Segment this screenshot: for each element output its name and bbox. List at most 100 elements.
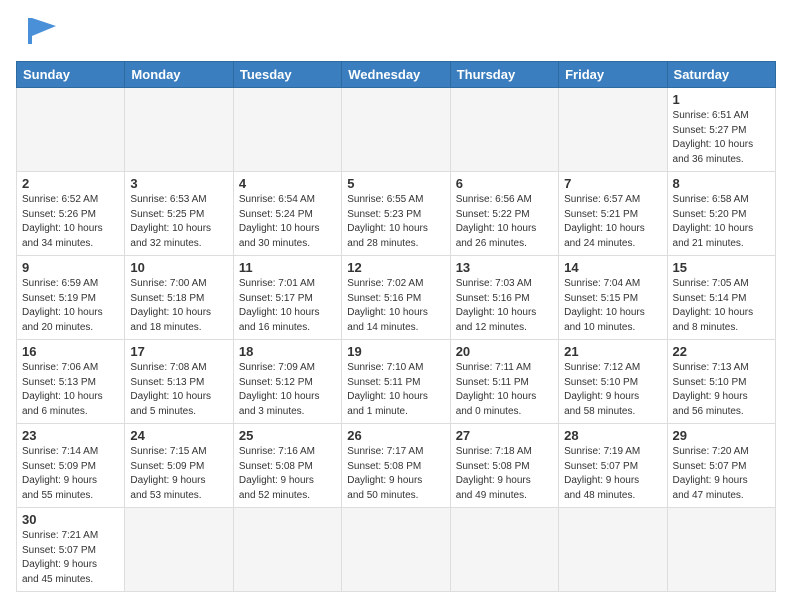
day-cell: 8 Sunrise: 6:58 AM Sunset: 5:20 PM Daylig… bbox=[667, 172, 775, 256]
day-info: Sunrise: 7:14 AM Sunset: 5:09 PM Dayligh… bbox=[22, 445, 119, 503]
day-cell bbox=[342, 88, 450, 172]
day-number: 28 bbox=[564, 428, 661, 443]
day-info: Sunrise: 7:19 AM Sunset: 5:07 PM Dayligh… bbox=[564, 445, 661, 503]
day-info: Sunrise: 7:11 AM Sunset: 5:11 PM Dayligh… bbox=[456, 361, 553, 419]
day-cell: 10 Sunrise: 7:00 AM Sunset: 5:18 PM Dayli… bbox=[125, 256, 233, 340]
weekday-header-sunday: Sunday bbox=[17, 62, 125, 88]
day-cell: 29Sunrise: 7:20 AM Sunset: 5:07 PM Dayli… bbox=[667, 424, 775, 508]
day-info: Sunrise: 7:18 AM Sunset: 5:08 PM Dayligh… bbox=[456, 445, 553, 503]
day-number: 13 bbox=[456, 260, 553, 275]
day-info: Sunrise: 6:55 AM Sunset: 5:23 PM Dayligh… bbox=[347, 193, 444, 251]
day-info: Sunrise: 6:53 AM Sunset: 5:25 PM Dayligh… bbox=[130, 193, 227, 251]
day-info: Sunrise: 7:09 AM Sunset: 5:12 PM Dayligh… bbox=[239, 361, 336, 419]
day-cell: 19 Sunrise: 7:10 AM Sunset: 5:11 PM Dayli… bbox=[342, 340, 450, 424]
day-number: 6 bbox=[456, 176, 553, 191]
logo bbox=[16, 16, 56, 51]
weekday-header-friday: Friday bbox=[559, 62, 667, 88]
day-number: 23 bbox=[22, 428, 119, 443]
day-number: 7 bbox=[564, 176, 661, 191]
day-number: 4 bbox=[239, 176, 336, 191]
weekday-header-tuesday: Tuesday bbox=[233, 62, 341, 88]
day-cell bbox=[17, 88, 125, 172]
day-number: 19 bbox=[347, 344, 444, 359]
day-number: 11 bbox=[239, 260, 336, 275]
day-number: 20 bbox=[456, 344, 553, 359]
day-cell: 9 Sunrise: 6:59 AM Sunset: 5:19 PM Daylig… bbox=[17, 256, 125, 340]
week-row-1: 1Sunrise: 6:51 AM Sunset: 5:27 PM Daylig… bbox=[17, 88, 776, 172]
day-info: Sunrise: 7:15 AM Sunset: 5:09 PM Dayligh… bbox=[130, 445, 227, 503]
day-info: Sunrise: 6:54 AM Sunset: 5:24 PM Dayligh… bbox=[239, 193, 336, 251]
calendar-table: SundayMondayTuesdayWednesdayThursdayFrid… bbox=[16, 61, 776, 592]
day-cell bbox=[125, 88, 233, 172]
day-info: Sunrise: 7:16 AM Sunset: 5:08 PM Dayligh… bbox=[239, 445, 336, 503]
week-row-3: 9 Sunrise: 6:59 AM Sunset: 5:19 PM Daylig… bbox=[17, 256, 776, 340]
day-info: Sunrise: 7:12 AM Sunset: 5:10 PM Dayligh… bbox=[564, 361, 661, 419]
day-cell: 21 Sunrise: 7:12 AM Sunset: 5:10 PM Dayli… bbox=[559, 340, 667, 424]
day-info: Sunrise: 7:06 AM Sunset: 5:13 PM Dayligh… bbox=[22, 361, 119, 419]
day-number: 5 bbox=[347, 176, 444, 191]
day-cell: 28 Sunrise: 7:19 AM Sunset: 5:07 PM Dayli… bbox=[559, 424, 667, 508]
day-cell: 26 Sunrise: 7:17 AM Sunset: 5:08 PM Dayli… bbox=[342, 424, 450, 508]
day-number: 26 bbox=[347, 428, 444, 443]
day-cell: 16 Sunrise: 7:06 AM Sunset: 5:13 PM Dayli… bbox=[17, 340, 125, 424]
day-number: 17 bbox=[130, 344, 227, 359]
day-number: 12 bbox=[347, 260, 444, 275]
day-cell: 30Sunrise: 7:21 AM Sunset: 5:07 PM Dayli… bbox=[17, 508, 125, 592]
day-number: 16 bbox=[22, 344, 119, 359]
day-number: 14 bbox=[564, 260, 661, 275]
day-cell: 11 Sunrise: 7:01 AM Sunset: 5:17 PM Dayli… bbox=[233, 256, 341, 340]
day-cell bbox=[233, 88, 341, 172]
day-cell: 23 Sunrise: 7:14 AM Sunset: 5:09 PM Dayli… bbox=[17, 424, 125, 508]
day-info: Sunrise: 6:58 AM Sunset: 5:20 PM Dayligh… bbox=[673, 193, 770, 251]
day-cell: 5 Sunrise: 6:55 AM Sunset: 5:23 PM Daylig… bbox=[342, 172, 450, 256]
day-number: 18 bbox=[239, 344, 336, 359]
day-info: Sunrise: 7:04 AM Sunset: 5:15 PM Dayligh… bbox=[564, 277, 661, 335]
day-number: 10 bbox=[130, 260, 227, 275]
day-cell: 27Sunrise: 7:18 AM Sunset: 5:08 PM Dayli… bbox=[450, 424, 558, 508]
weekday-header-row: SundayMondayTuesdayWednesdayThursdayFrid… bbox=[17, 62, 776, 88]
day-cell: 15 Sunrise: 7:05 AM Sunset: 5:14 PM Dayli… bbox=[667, 256, 775, 340]
day-cell: 2Sunrise: 6:52 AM Sunset: 5:26 PM Daylig… bbox=[17, 172, 125, 256]
day-cell: 1Sunrise: 6:51 AM Sunset: 5:27 PM Daylig… bbox=[667, 88, 775, 172]
day-cell bbox=[233, 508, 341, 592]
week-row-4: 16 Sunrise: 7:06 AM Sunset: 5:13 PM Dayli… bbox=[17, 340, 776, 424]
day-cell: 3Sunrise: 6:53 AM Sunset: 5:25 PM Daylig… bbox=[125, 172, 233, 256]
day-number: 21 bbox=[564, 344, 661, 359]
day-cell: 4 Sunrise: 6:54 AM Sunset: 5:24 PM Daylig… bbox=[233, 172, 341, 256]
day-cell: 17Sunrise: 7:08 AM Sunset: 5:13 PM Dayli… bbox=[125, 340, 233, 424]
day-info: Sunrise: 7:02 AM Sunset: 5:16 PM Dayligh… bbox=[347, 277, 444, 335]
day-number: 24 bbox=[130, 428, 227, 443]
day-cell bbox=[450, 88, 558, 172]
day-cell: 7 Sunrise: 6:57 AM Sunset: 5:21 PM Daylig… bbox=[559, 172, 667, 256]
day-cell: 6 Sunrise: 6:56 AM Sunset: 5:22 PM Daylig… bbox=[450, 172, 558, 256]
day-number: 25 bbox=[239, 428, 336, 443]
day-number: 15 bbox=[673, 260, 770, 275]
day-info: Sunrise: 7:05 AM Sunset: 5:14 PM Dayligh… bbox=[673, 277, 770, 335]
day-info: Sunrise: 7:01 AM Sunset: 5:17 PM Dayligh… bbox=[239, 277, 336, 335]
weekday-header-monday: Monday bbox=[125, 62, 233, 88]
day-cell: 14 Sunrise: 7:04 AM Sunset: 5:15 PM Dayli… bbox=[559, 256, 667, 340]
day-cell bbox=[667, 508, 775, 592]
day-info: Sunrise: 6:57 AM Sunset: 5:21 PM Dayligh… bbox=[564, 193, 661, 251]
day-info: Sunrise: 7:00 AM Sunset: 5:18 PM Dayligh… bbox=[130, 277, 227, 335]
day-info: Sunrise: 7:10 AM Sunset: 5:11 PM Dayligh… bbox=[347, 361, 444, 419]
weekday-header-wednesday: Wednesday bbox=[342, 62, 450, 88]
day-info: Sunrise: 6:56 AM Sunset: 5:22 PM Dayligh… bbox=[456, 193, 553, 251]
day-cell bbox=[559, 508, 667, 592]
page-header bbox=[16, 16, 776, 51]
week-row-6: 30Sunrise: 7:21 AM Sunset: 5:07 PM Dayli… bbox=[17, 508, 776, 592]
day-info: Sunrise: 7:20 AM Sunset: 5:07 PM Dayligh… bbox=[673, 445, 770, 503]
day-cell: 25 Sunrise: 7:16 AM Sunset: 5:08 PM Dayli… bbox=[233, 424, 341, 508]
day-info: Sunrise: 6:59 AM Sunset: 5:19 PM Dayligh… bbox=[22, 277, 119, 335]
day-info: Sunrise: 7:03 AM Sunset: 5:16 PM Dayligh… bbox=[456, 277, 553, 335]
day-cell: 12 Sunrise: 7:02 AM Sunset: 5:16 PM Dayli… bbox=[342, 256, 450, 340]
weekday-header-saturday: Saturday bbox=[667, 62, 775, 88]
day-info: Sunrise: 7:17 AM Sunset: 5:08 PM Dayligh… bbox=[347, 445, 444, 503]
day-number: 22 bbox=[673, 344, 770, 359]
day-info: Sunrise: 7:13 AM Sunset: 5:10 PM Dayligh… bbox=[673, 361, 770, 419]
day-number: 8 bbox=[673, 176, 770, 191]
day-number: 9 bbox=[22, 260, 119, 275]
day-info: Sunrise: 6:51 AM Sunset: 5:27 PM Dayligh… bbox=[673, 109, 770, 167]
week-row-2: 2Sunrise: 6:52 AM Sunset: 5:26 PM Daylig… bbox=[17, 172, 776, 256]
day-info: Sunrise: 6:52 AM Sunset: 5:26 PM Dayligh… bbox=[22, 193, 119, 251]
